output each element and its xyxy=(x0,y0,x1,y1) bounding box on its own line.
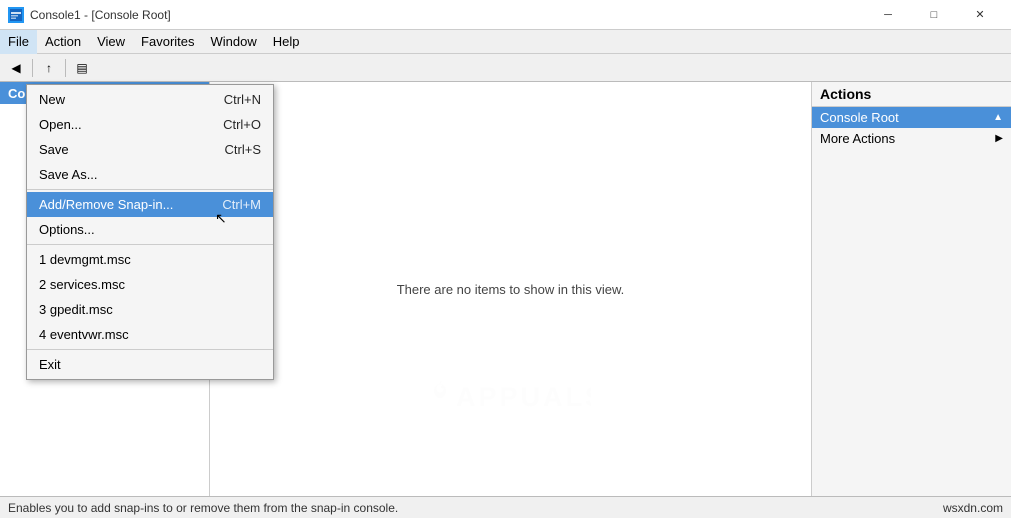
action-more-actions[interactable]: More Actions ▶ xyxy=(812,128,1011,149)
action-console-root-label: Console Root xyxy=(820,110,899,125)
menu-recent-1-label: 1 devmgmt.msc xyxy=(39,252,261,267)
title-bar: Console1 - [Console Root] ─ □ ✕ xyxy=(0,0,1011,30)
toolbar-separator-2 xyxy=(65,59,66,77)
toolbar: ◀ ↑ ▤ xyxy=(0,54,1011,82)
menu-item-help[interactable]: Help xyxy=(265,30,308,54)
menu-addsnapin-label: Add/Remove Snap-in... xyxy=(39,197,222,212)
menu-open-label: Open... xyxy=(39,117,223,132)
menu-save-label: Save xyxy=(39,142,225,157)
menu-recent-4[interactable]: 4 eventvwr.msc xyxy=(27,322,273,347)
menu-save[interactable]: Save Ctrl+S xyxy=(27,137,273,162)
status-bar: Enables you to add snap-ins to or remove… xyxy=(0,496,1011,518)
menu-saveas[interactable]: Save As... xyxy=(27,162,273,187)
action-console-root-arrow: ▲ xyxy=(993,112,1003,123)
menu-open-shortcut: Ctrl+O xyxy=(223,117,261,132)
file-dropdown-menu: New Ctrl+N Open... Ctrl+O Save Ctrl+S Sa… xyxy=(26,84,274,380)
window-title: Console1 - [Console Root] xyxy=(30,8,171,22)
menu-options[interactable]: Options... xyxy=(27,217,273,242)
content-area: There are no items to show in this view.… xyxy=(210,82,811,496)
menu-recent-2[interactable]: 2 services.msc xyxy=(27,272,273,297)
toolbar-btn-show-hide[interactable]: ▤ xyxy=(70,57,94,79)
maximize-button[interactable]: □ xyxy=(911,0,957,30)
menu-item-view[interactable]: View xyxy=(89,30,133,54)
status-site: wsxdn.com xyxy=(943,501,1003,515)
action-more-actions-label: More Actions xyxy=(820,131,895,146)
close-button[interactable]: ✕ xyxy=(957,0,1003,30)
no-items-message: There are no items to show in this view. xyxy=(397,282,625,297)
menu-recent-2-label: 2 services.msc xyxy=(39,277,261,292)
window-controls: ─ □ ✕ xyxy=(865,0,1003,30)
action-more-actions-arrow: ▶ xyxy=(995,133,1003,144)
menu-exit-label: Exit xyxy=(39,357,261,372)
status-text: Enables you to add snap-ins to or remove… xyxy=(8,501,398,515)
toolbar-btn-back[interactable]: ◀ xyxy=(4,57,28,79)
menu-exit[interactable]: Exit xyxy=(27,352,273,377)
watermark: APPUALS xyxy=(431,356,591,436)
menu-saveas-label: Save As... xyxy=(39,167,261,182)
menu-new[interactable]: New Ctrl+N xyxy=(27,87,273,112)
menu-options-label: Options... xyxy=(39,222,261,237)
menu-open[interactable]: Open... Ctrl+O xyxy=(27,112,273,137)
title-bar-left: Console1 - [Console Root] xyxy=(8,7,171,23)
menu-recent-1[interactable]: 1 devmgmt.msc xyxy=(27,247,273,272)
separator-2 xyxy=(27,244,273,245)
menu-bar: File Action View Favorites Window Help N… xyxy=(0,30,1011,54)
minimize-button[interactable]: ─ xyxy=(865,0,911,30)
menu-addsnapin[interactable]: Add/Remove Snap-in... Ctrl+M xyxy=(27,192,273,217)
menu-item-action[interactable]: Action xyxy=(37,30,89,54)
menu-new-label: New xyxy=(39,92,224,107)
right-panel: Actions Console Root ▲ More Actions ▶ xyxy=(811,82,1011,496)
toolbar-btn-up[interactable]: ↑ xyxy=(37,57,61,79)
action-console-root[interactable]: Console Root ▲ xyxy=(812,107,1011,128)
toolbar-separator-1 xyxy=(32,59,33,77)
menu-recent-3-label: 3 gpedit.msc xyxy=(39,302,261,317)
menu-recent-3[interactable]: 3 gpedit.msc xyxy=(27,297,273,322)
menu-recent-4-label: 4 eventvwr.msc xyxy=(39,327,261,342)
menu-new-shortcut: Ctrl+N xyxy=(224,92,261,107)
app-icon xyxy=(8,7,24,23)
menu-addsnapin-shortcut: Ctrl+M xyxy=(222,197,261,212)
separator-3 xyxy=(27,349,273,350)
menu-item-window[interactable]: Window xyxy=(203,30,265,54)
svg-text:APPUALS: APPUALS xyxy=(456,382,591,412)
menu-item-favorites[interactable]: Favorites xyxy=(133,30,202,54)
menu-item-file[interactable]: File xyxy=(0,30,37,54)
menu-save-shortcut: Ctrl+S xyxy=(225,142,261,157)
separator-1 xyxy=(27,189,273,190)
actions-header: Actions xyxy=(812,82,1011,107)
